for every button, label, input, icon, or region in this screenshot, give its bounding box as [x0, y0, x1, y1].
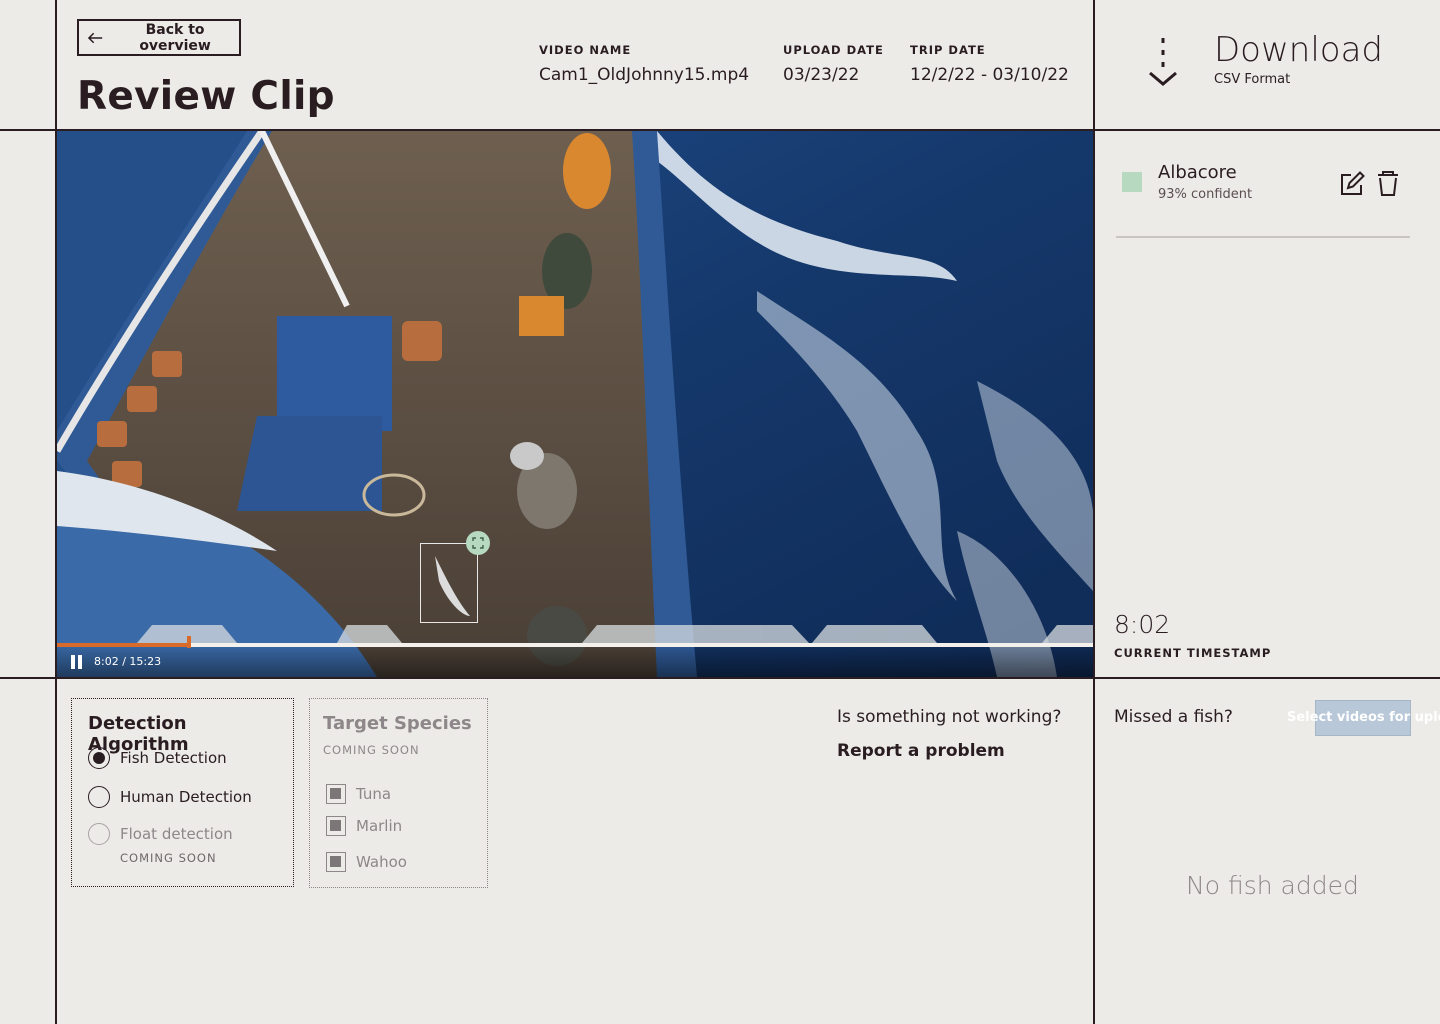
- help-question: Is something not working?: [837, 707, 1062, 727]
- video-name-label: VIDEO NAME: [539, 43, 632, 57]
- select-videos-label[interactable]: Select videos for upload: [1287, 710, 1440, 725]
- checkbox-wahoo: Wahoo: [326, 852, 407, 872]
- progress-handle[interactable]: [187, 636, 192, 648]
- coming-soon-badge: COMING SOON: [120, 851, 217, 865]
- radio-float-detection: Float detection: [88, 823, 233, 845]
- radio-label: Fish Detection: [120, 749, 227, 767]
- coming-soon-badge: COMING SOON: [323, 743, 420, 757]
- checkbox-tuna: Tuna: [326, 784, 391, 804]
- video-name-value: Cam1_OldJohnny15.mp4: [539, 65, 750, 85]
- empty-state-message: No fish added: [1186, 871, 1359, 900]
- back-to-overview-button[interactable]: Back to overview: [77, 19, 241, 56]
- missed-fish-label: Missed a fish?: [1114, 707, 1233, 727]
- trip-date-label: TRIP DATE: [910, 43, 986, 57]
- radio-button[interactable]: [88, 786, 110, 808]
- current-timestamp-value: 8:02: [1114, 610, 1171, 639]
- trip-date-value: 12/2/22 - 03/10/22: [910, 65, 1069, 85]
- checkbox: [326, 784, 346, 804]
- progress-bar[interactable]: [57, 636, 1093, 648]
- current-timestamp-label: CURRENT TIMESTAMP: [1114, 646, 1272, 660]
- video-controls: 8:02 / 15:23: [57, 636, 1093, 677]
- video-frame: [57, 131, 1093, 677]
- trash-icon[interactable]: [1377, 171, 1399, 197]
- checkbox: [326, 816, 346, 836]
- checkbox-label: Wahoo: [356, 853, 407, 871]
- checkbox-label: Marlin: [356, 817, 403, 835]
- time-readout: 8:02 / 15:23: [94, 655, 162, 668]
- upload-date-label: UPLOAD DATE: [783, 43, 884, 57]
- back-label: Back to overview: [139, 21, 211, 54]
- video-name-meta: VIDEO NAME Cam1_OldJohnny15.mp4: [539, 43, 749, 85]
- download-format: CSV Format: [1214, 72, 1291, 87]
- radio-button[interactable]: [88, 747, 110, 769]
- upload-date-meta: UPLOAD DATE 03/23/22: [783, 43, 884, 85]
- trip-date-meta: TRIP DATE 12/2/22 - 03/10/22: [910, 43, 1069, 85]
- radio-fish-detection[interactable]: Fish Detection: [88, 747, 227, 769]
- download-button[interactable]: Download: [1214, 30, 1383, 70]
- radio-button: [88, 823, 110, 845]
- detection-algorithm-panel: Detection Algorithm Fish Detection Human…: [71, 698, 294, 887]
- arrow-left-icon: [88, 32, 103, 43]
- target-species-panel: Target Species COMING SOON Tuna Marlin W…: [309, 698, 488, 888]
- detected-species-confidence: 93% confident: [1158, 187, 1253, 202]
- checkbox-marlin: Marlin: [326, 816, 402, 836]
- divider-video-bottom: [0, 677, 1440, 679]
- progress-fill: [57, 643, 190, 647]
- pause-icon[interactable]: [71, 655, 83, 669]
- radio-human-detection[interactable]: Human Detection: [88, 786, 252, 808]
- detected-species-name: Albacore: [1158, 162, 1237, 183]
- upload-date-value: 03/23/22: [783, 65, 860, 85]
- upload-area: Select videos for upload: [1287, 700, 1440, 736]
- checkbox: [326, 852, 346, 872]
- divider-right: [1093, 0, 1095, 1024]
- expand-icon[interactable]: [466, 531, 490, 555]
- video-player[interactable]: 8:02 / 15:23: [57, 131, 1093, 677]
- detection-list-divider: [1116, 236, 1410, 238]
- target-species-title: Target Species: [323, 713, 472, 734]
- species-color-swatch: [1122, 172, 1142, 192]
- checkbox-label: Tuna: [356, 785, 392, 803]
- page-title: Review Clip: [77, 74, 335, 119]
- radio-label: Float detection: [120, 825, 233, 843]
- detection-bounding-box[interactable]: [420, 543, 478, 623]
- download-arrow-icon[interactable]: [1145, 36, 1181, 88]
- edit-icon[interactable]: [1339, 171, 1365, 197]
- radio-label: Human Detection: [120, 788, 252, 806]
- report-problem-link[interactable]: Report a problem: [837, 741, 1005, 761]
